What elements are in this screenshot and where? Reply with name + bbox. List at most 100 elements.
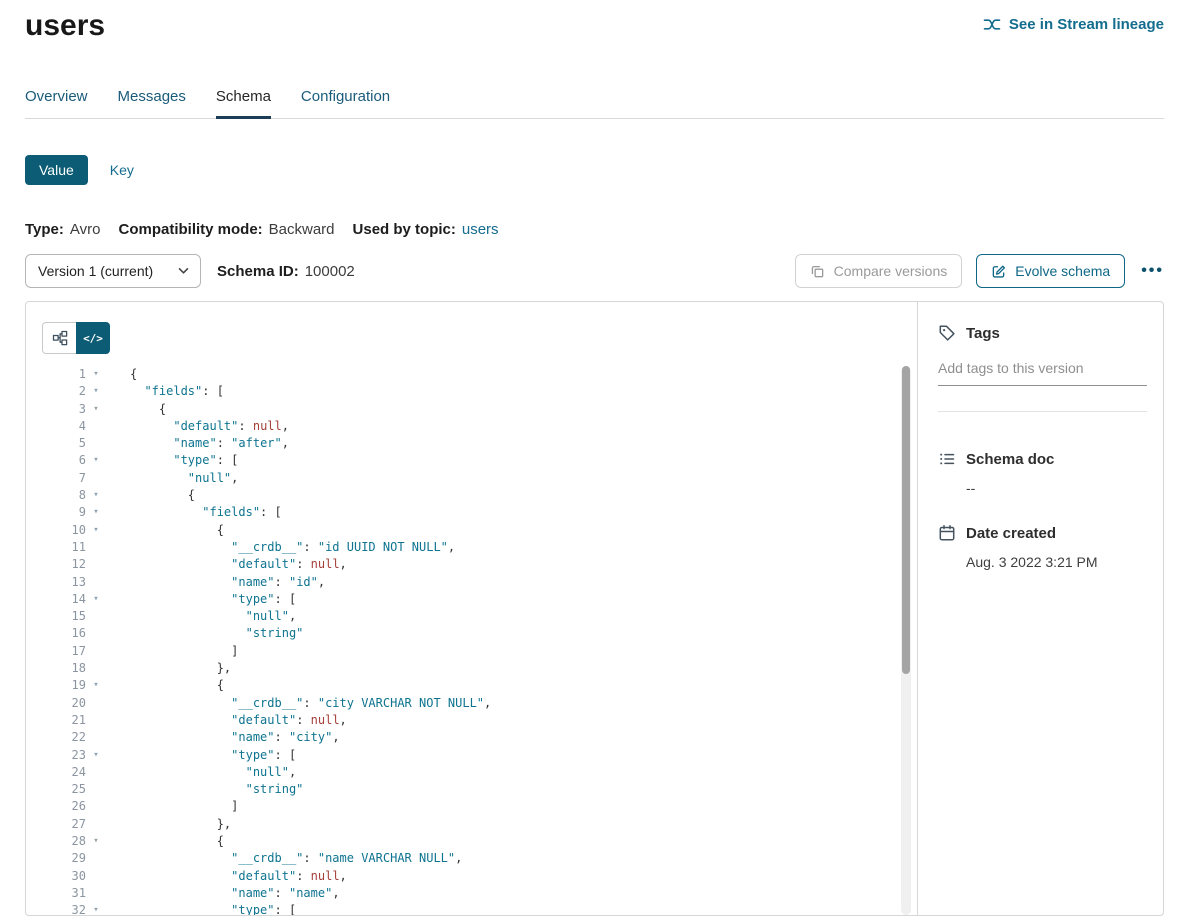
code-line: 3▾ { [42, 401, 899, 418]
more-options-button[interactable]: ••• [1141, 262, 1164, 280]
fold-toggle-icon[interactable]: ▾ [86, 677, 106, 694]
line-number: 17 [42, 643, 86, 660]
page: users See in Stream lineage Overview Mess… [0, 0, 1189, 916]
code-line: 5 "name": "after", [42, 435, 899, 452]
code-text: }, [130, 660, 231, 677]
code-text: "string" [130, 781, 303, 798]
code-line: 7 "null", [42, 470, 899, 487]
date-created-section: Date created Aug. 3 2022 3:21 PM [938, 524, 1147, 570]
code-view-button[interactable]: </> [76, 322, 110, 354]
tab-configuration[interactable]: Configuration [301, 88, 390, 118]
code-line: 20 "__crdb__": "city VARCHAR NOT NULL", [42, 695, 899, 712]
evolve-schema-button[interactable]: Evolve schema [976, 254, 1125, 288]
code-line: 13 "name": "id", [42, 574, 899, 591]
code-text: "type": [ [130, 591, 296, 608]
code-text: "type": [ [130, 452, 238, 469]
fold-toggle-icon[interactable]: ▾ [86, 383, 106, 400]
code-line: 2▾ "fields": [ [42, 383, 899, 400]
code-text: "__crdb__": "name VARCHAR NULL", [130, 850, 462, 867]
fold-toggle-icon[interactable]: ▾ [86, 452, 106, 469]
fold-spacer [86, 625, 106, 642]
page-header: users See in Stream lineage [25, 8, 1164, 44]
fold-toggle-icon[interactable]: ▾ [86, 747, 106, 764]
fold-toggle-icon[interactable]: ▾ [86, 522, 106, 539]
evolve-icon [991, 264, 1006, 279]
code-text: "name": "after", [130, 435, 289, 452]
fold-toggle-icon[interactable]: ▾ [86, 902, 106, 916]
line-number: 13 [42, 574, 86, 591]
tags-heading: Tags [966, 325, 1000, 342]
editor-scrollbar[interactable] [901, 366, 911, 915]
schema-doc-heading-row: Schema doc [938, 450, 1147, 468]
line-number: 2 [42, 383, 86, 400]
fold-spacer [86, 868, 106, 885]
line-number: 20 [42, 695, 86, 712]
tags-input[interactable] [938, 358, 1147, 386]
code-line: 26 ] [42, 798, 899, 815]
line-number: 18 [42, 660, 86, 677]
tab-schema[interactable]: Schema [216, 88, 271, 118]
version-dropdown[interactable]: Version 1 (current) [25, 254, 201, 288]
fold-spacer [86, 470, 106, 487]
code-line: 8▾ { [42, 487, 899, 504]
fold-spacer [86, 643, 106, 660]
code-line: 1▾{ [42, 366, 899, 383]
code-text: { [130, 833, 224, 850]
code-text: "null", [130, 764, 296, 781]
compatibility-label: Compatibility mode: [118, 221, 262, 238]
date-created-icon [938, 524, 956, 542]
line-number: 10 [42, 522, 86, 539]
fold-spacer [86, 556, 106, 573]
line-number: 22 [42, 729, 86, 746]
tree-view-button[interactable] [42, 322, 76, 354]
code-text: "fields": [ [130, 504, 282, 521]
code-text: { [130, 677, 224, 694]
stream-lineage-link[interactable]: See in Stream lineage [983, 16, 1164, 33]
line-number: 14 [42, 591, 86, 608]
code-text: { [130, 487, 195, 504]
tab-overview[interactable]: Overview [25, 88, 88, 118]
sidebar-divider [938, 411, 1147, 412]
compare-versions-button[interactable]: Compare versions [795, 254, 963, 288]
code-line: 28▾ { [42, 833, 899, 850]
fold-spacer [86, 608, 106, 625]
code-line: 17 ] [42, 643, 899, 660]
code-text: "default": null, [130, 868, 347, 885]
page-title: users [25, 8, 105, 44]
fold-spacer [86, 660, 106, 677]
tab-messages[interactable]: Messages [118, 88, 186, 118]
editor-scrollbar-thumb[interactable] [902, 366, 910, 674]
editor-view-toggle: </> [42, 322, 899, 354]
fold-spacer [86, 712, 106, 729]
fold-toggle-icon[interactable]: ▾ [86, 504, 106, 521]
fold-spacer [86, 574, 106, 591]
code-line: 16 "string" [42, 625, 899, 642]
fold-spacer [86, 781, 106, 798]
fold-toggle-icon[interactable]: ▾ [86, 366, 106, 383]
code-text: ] [130, 798, 238, 815]
line-number: 32 [42, 902, 86, 916]
tabs: Overview Messages Schema Configuration [25, 88, 1164, 119]
line-number: 11 [42, 539, 86, 556]
fold-spacer [86, 695, 106, 712]
code-text: "string" [130, 625, 303, 642]
fold-toggle-icon[interactable]: ▾ [86, 591, 106, 608]
fold-spacer [86, 764, 106, 781]
fold-spacer [86, 539, 106, 556]
fold-toggle-icon[interactable]: ▾ [86, 487, 106, 504]
fold-toggle-icon[interactable]: ▾ [86, 833, 106, 850]
fold-spacer [86, 418, 106, 435]
value-toggle-button[interactable]: Value [25, 155, 88, 185]
used-by-topic-link[interactable]: users [462, 221, 499, 238]
line-number: 30 [42, 868, 86, 885]
line-number: 7 [42, 470, 86, 487]
fold-toggle-icon[interactable]: ▾ [86, 401, 106, 418]
type-label: Type: [25, 221, 64, 238]
fold-spacer [86, 729, 106, 746]
line-number: 24 [42, 764, 86, 781]
line-number: 16 [42, 625, 86, 642]
code-line: 22 "name": "city", [42, 729, 899, 746]
key-toggle-button[interactable]: Key [110, 162, 134, 178]
code-line: 12 "default": null, [42, 556, 899, 573]
evolve-schema-label: Evolve schema [1015, 263, 1110, 279]
